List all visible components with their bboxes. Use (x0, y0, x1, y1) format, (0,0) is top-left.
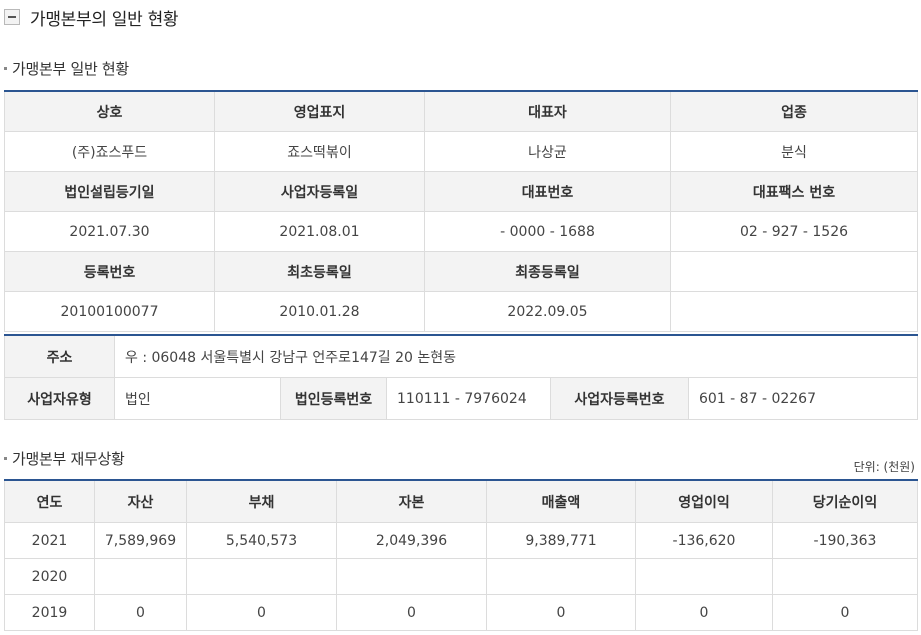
general-value-cell: 2010.01.28 (214, 291, 425, 332)
finance-cell (772, 558, 918, 595)
finance-row: 2019 0 0 0 0 0 0 (4, 594, 918, 631)
general-header-cell: 대표팩스 번호 (670, 171, 918, 212)
page: 가맹본부의 일반 현황 가맹본부 일반 현황 상호 영업표지 대표자 업종 (주)죠스푸… (0, 0, 921, 635)
general-header-cell: 사업자등록일 (214, 171, 425, 212)
general-header-cell: 법인설립등기일 (4, 171, 215, 212)
general-header-row: 등록번호 최초등록일 최종등록일 (4, 251, 918, 292)
finance-table: 연도 자산 부채 자본 매출액 영업이익 당기순이익 2021 7,589,969 5,540,5… (4, 479, 918, 631)
business-table: 주소 우 : 06048 서울특별시 강남구 언주로147길 20 논현동 사업… (4, 334, 919, 420)
general-header-cell: 등록번호 (4, 251, 215, 292)
general-value-cell: 2021.07.30 (4, 211, 215, 252)
general-title: 가맹본부 일반 현황 (12, 60, 129, 78)
finance-cell (336, 558, 487, 595)
general-value-cell: - 0000 - 1688 (424, 211, 671, 252)
general-header-cell: 최종등록일 (424, 251, 671, 292)
finance-subtitle: 가맹본부 재무상황 (4, 448, 125, 469)
general-value-cell: 02 - 927 - 1526 (670, 211, 918, 252)
finance-cell: 7,589,969 (94, 522, 187, 559)
finance-cell: 5,540,573 (186, 522, 337, 559)
finance-cell: 0 (635, 594, 773, 631)
address-value: 우 : 06048 서울특별시 강남구 언주로147길 20 논현동 (113, 334, 919, 378)
finance-header-cell: 당기순이익 (772, 479, 918, 523)
address-label: 주소 (4, 334, 115, 378)
general-value-row: (주)죠스푸드 죠스떡볶이 나상균 분식 (4, 131, 918, 172)
general-value-cell: 2022.09.05 (424, 291, 671, 332)
section-header: 가맹본부의 일반 현황 (4, 4, 179, 30)
bullet-icon (4, 67, 7, 70)
finance-row: 2021 7,589,969 5,540,573 2,049,396 9,389,771… (4, 522, 918, 559)
corp-reg-value: 110111 - 7976024 (386, 377, 551, 420)
biz-reg-value: 601 - 87 - 02267 (687, 377, 919, 420)
finance-header-cell: 연도 (4, 479, 95, 523)
finance-cell (186, 558, 337, 595)
finance-cell (635, 558, 773, 595)
finance-header-cell: 부채 (186, 479, 337, 523)
general-header-row: 법인설립등기일 사업자등록일 대표번호 대표팩스 번호 (4, 171, 918, 212)
finance-cell: 0 (772, 594, 918, 631)
general-value-row: 2021.07.30 2021.08.01- 0000 - 1688 02 - 92… (4, 211, 918, 252)
bullet-icon (4, 457, 7, 460)
finance-cell: 2021 (4, 522, 95, 559)
finance-cell: 0 (94, 594, 187, 631)
general-value-cell: 나상균 (424, 131, 671, 172)
finance-cell: 2,049,396 (336, 522, 487, 559)
general-header-cell: 영업표지 (214, 90, 425, 132)
general-header-cell: 대표번호 (424, 171, 671, 212)
general-subtitle: 가맹본부 일반 현황 (4, 58, 129, 79)
finance-cell: -136,620 (635, 522, 773, 559)
finance-header-cell: 자본 (336, 479, 487, 523)
section-title: 가맹본부의 일반 현황 (30, 9, 179, 30)
finance-cell: 0 (486, 594, 636, 631)
general-value-cell: 죠스떡볶이 (214, 131, 425, 172)
general-header-row: 상호 영업표지 대표자 업종 (4, 90, 918, 132)
business-type-row: 사업자유형 법인 법인등록번호 110111 - 7976024 사업자등록번호… (4, 377, 919, 420)
finance-header-cell: 매출액 (486, 479, 636, 523)
general-value-cell: (주)죠스푸드 (4, 131, 215, 172)
general-header-cell: 대표자 (424, 90, 671, 132)
general-value-row: 20100100077 2010.01.28 2022.09.05 (4, 291, 918, 332)
biz-reg-label: 사업자등록번호 (550, 377, 689, 420)
unit-label: 단위: (천원) (853, 460, 915, 474)
finance-row: 2020 (4, 558, 918, 595)
business-type-value: 법인 (114, 377, 281, 420)
finance-header-cell: 자산 (94, 479, 187, 523)
general-header-cell (670, 251, 918, 292)
general-header-cell: 상호 (4, 90, 215, 132)
general-header-cell: 업종 (670, 90, 918, 132)
finance-cell (94, 558, 187, 595)
general-value-cell (670, 291, 918, 332)
address-row: 주소 우 : 06048 서울특별시 강남구 언주로147길 20 논현동 (4, 334, 919, 378)
collapse-toggle-icon[interactable] (4, 9, 20, 25)
general-value-cell: 분식 (670, 131, 918, 172)
finance-title: 가맹본부 재무상황 (12, 450, 125, 468)
finance-cell: 0 (336, 594, 487, 631)
corp-reg-label: 법인등록번호 (280, 377, 387, 420)
general-table: 상호 영업표지 대표자 업종 (주)죠스푸드 죠스떡볶이 나상균 분식 법인설립등기일 사업자등록… (4, 90, 918, 332)
finance-cell: 9,389,771 (486, 522, 636, 559)
finance-cell: 2020 (4, 558, 95, 595)
finance-header-cell: 영업이익 (635, 479, 773, 523)
finance-cell: -190,363 (772, 522, 918, 559)
finance-cell: 0 (186, 594, 337, 631)
general-value-cell: 20100100077 (4, 291, 215, 332)
general-value-cell: 2021.08.01 (214, 211, 425, 252)
finance-cell (486, 558, 636, 595)
finance-header-row: 연도 자산 부채 자본 매출액 영업이익 당기순이익 (4, 479, 918, 523)
business-type-label: 사업자유형 (4, 377, 115, 420)
general-header-cell: 최초등록일 (214, 251, 425, 292)
finance-cell: 2019 (4, 594, 95, 631)
